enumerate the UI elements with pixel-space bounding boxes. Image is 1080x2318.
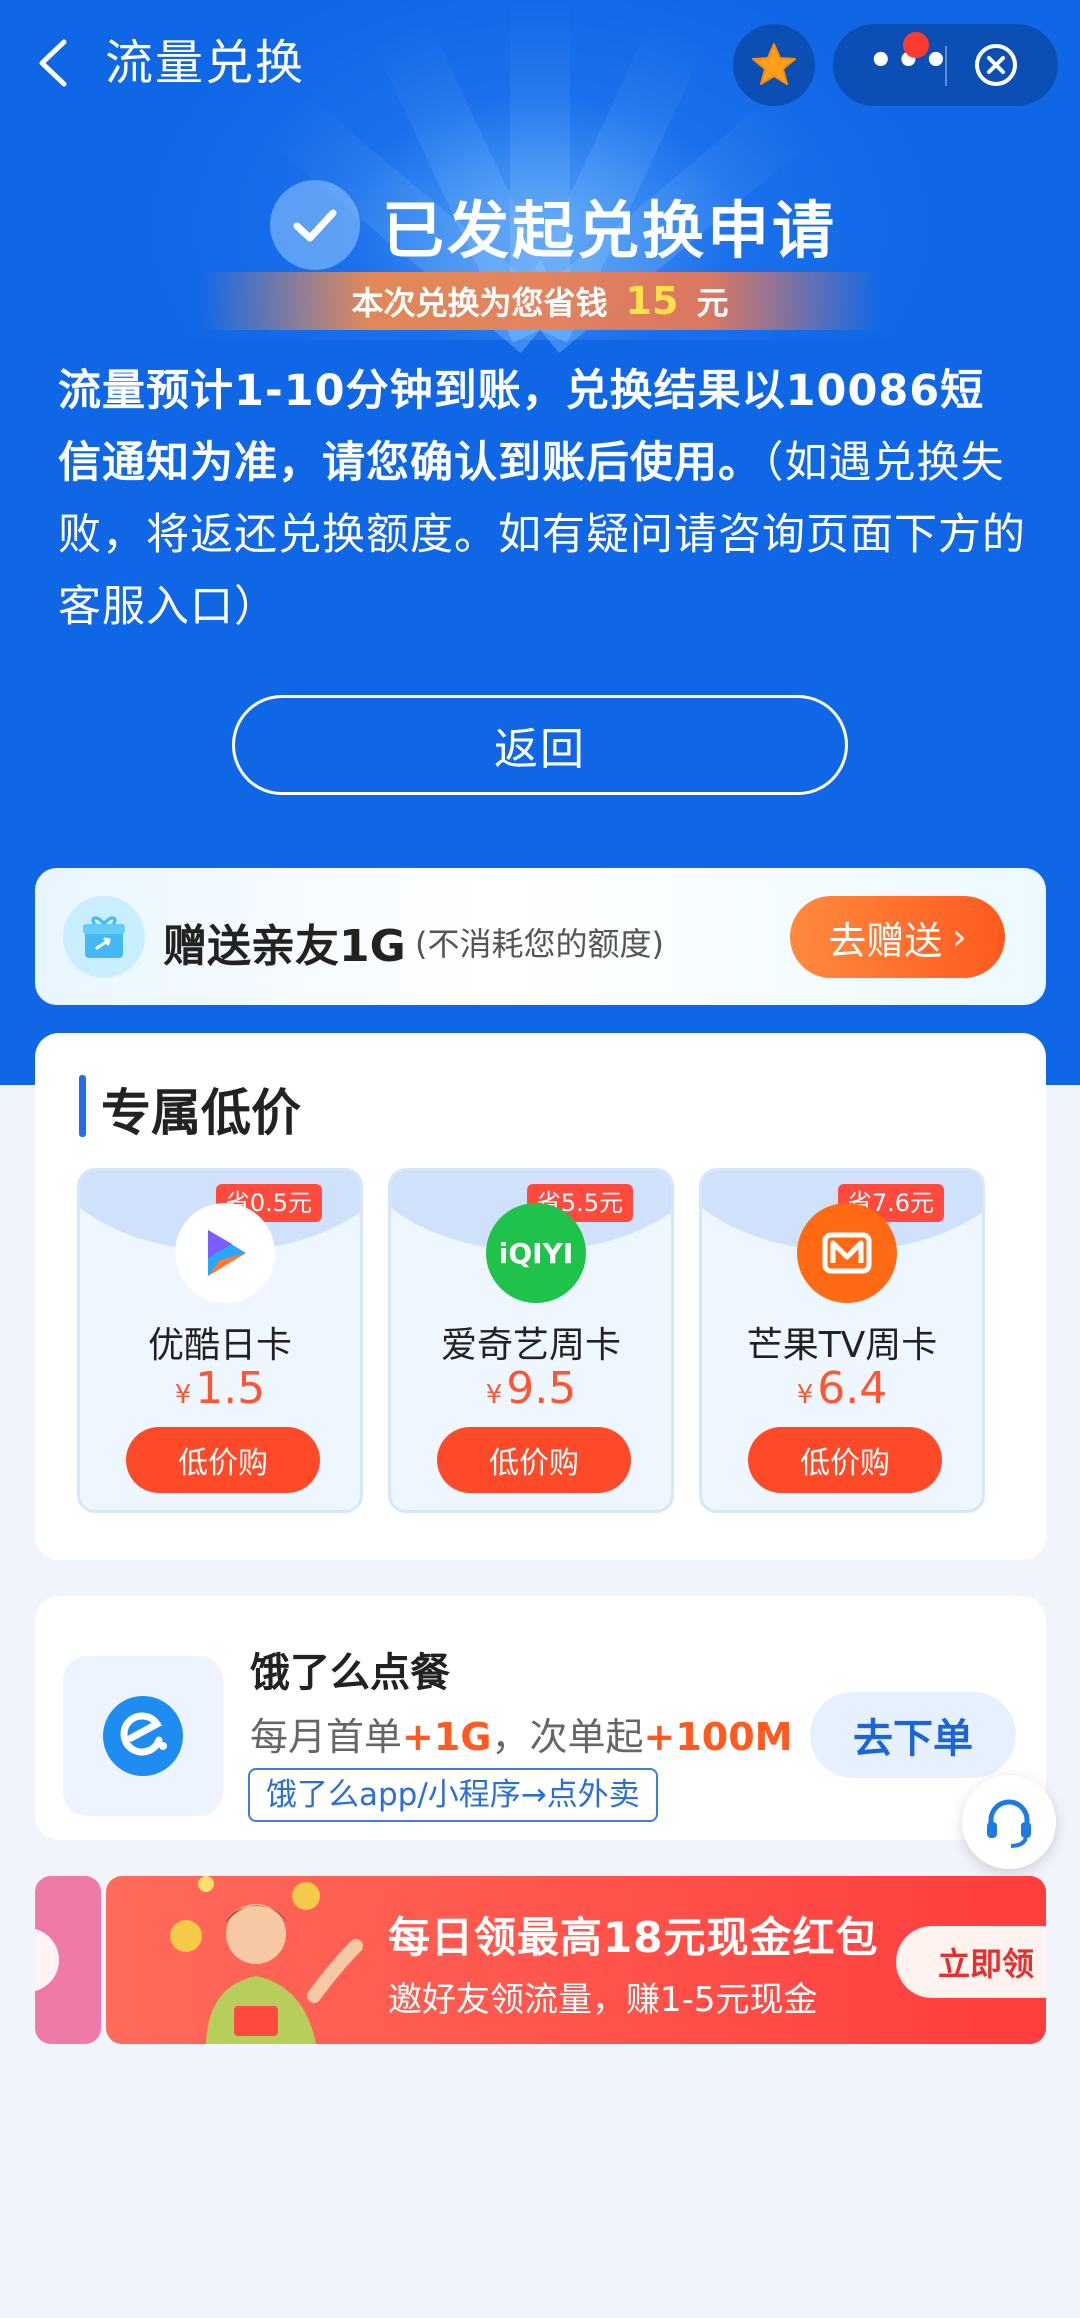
status-title: 已发起兑换申请 <box>382 194 838 267</box>
youku-logo-icon <box>175 1203 275 1303</box>
product-price: ¥1.5 <box>80 1363 360 1414</box>
savings-prefix: 本次兑换为您省钱 <box>351 284 608 322</box>
price-value: 9.5 <box>506 1363 577 1414</box>
chevron-left-icon <box>39 39 67 87</box>
buy-button[interactable]: 低价购 <box>437 1427 631 1493</box>
banner-prev-slide[interactable] <box>35 1876 101 2044</box>
desc-highlight: +100M <box>643 1715 793 1759</box>
currency: ¥ <box>174 1380 192 1410</box>
eleme-logo-icon <box>63 1656 223 1816</box>
gift-card: 赠送亲友1G (不消耗您的额度) 去赠送 › <box>35 868 1046 1005</box>
gift-share-icon <box>63 896 145 978</box>
savings-unit: 元 <box>696 284 729 322</box>
banner-subtitle: 邀好友领流量，赚1-5元现金 <box>388 1980 818 2020</box>
promo-person-illustration <box>170 1876 363 2044</box>
mango-tv-logo-icon <box>797 1203 897 1303</box>
buy-button[interactable]: 低价购 <box>748 1427 942 1493</box>
eleme-title: 饿了么点餐 <box>250 1650 450 1696</box>
eleme-description: 每月首单+1G，次单起+100M <box>250 1706 793 1761</box>
notice-text: 流量预计1-10分钟到账，兑换结果以10086短信通知为准，请您确认到账后使用。… <box>58 355 1028 643</box>
currency: ¥ <box>796 1380 814 1410</box>
chevron-right-icon: › <box>952 916 967 958</box>
desc-part: 每月首单 <box>250 1715 403 1759</box>
notification-dot <box>903 32 929 58</box>
close-icon[interactable] <box>973 42 1019 88</box>
page-title: 流量兑换 <box>105 35 306 91</box>
back-button[interactable] <box>28 28 78 98</box>
product-card-iqiyi[interactable]: 省5.5元 iQIYI 爱奇艺周卡 ¥9.5 低价购 <box>388 1168 674 1513</box>
product-name: 爱奇艺周卡 <box>440 1325 621 1366</box>
gift-send-label: 去赠送 <box>828 918 943 963</box>
price-value: 1.5 <box>195 1363 266 1414</box>
headset-icon <box>987 1799 1031 1848</box>
product-card-mango[interactable]: 省7.6元 芒果TV周卡 ¥6.4 低价购 <box>699 1168 985 1513</box>
section-accent-bar <box>79 1075 86 1137</box>
iqiyi-logo-icon: iQIYI <box>486 1203 586 1303</box>
customer-service-button[interactable] <box>962 1775 1056 1869</box>
gift-subtitle: (不消耗您的额度) <box>415 925 664 963</box>
status-row: 已发起兑换申请 <box>270 175 837 275</box>
order-button[interactable]: 去下单 <box>810 1692 1016 1778</box>
capsule-divider <box>945 46 947 86</box>
price-value: 6.4 <box>817 1363 888 1414</box>
claim-button[interactable]: 立即领 <box>896 1926 1046 1998</box>
currency: ¥ <box>485 1380 503 1410</box>
favorite-button[interactable] <box>733 24 815 106</box>
savings-band: 本次兑换为您省钱 15 元 <box>200 272 880 330</box>
savings-amount: 15 <box>625 279 679 323</box>
star-icon <box>752 43 796 85</box>
banner-prev-decoration <box>35 1928 59 1992</box>
exclusive-section: 专属低价 省0.5元 优酷日卡 ¥1.5 低价购 省5.5元 iQIYI 爱奇艺… <box>35 1033 1046 1560</box>
eleme-card[interactable]: 饿了么点餐 每月首单+1G，次单起+100M 饿了么app/小程序→点外卖 去下… <box>35 1596 1046 1840</box>
desc-part: ，次单起 <box>491 1715 644 1759</box>
section-title: 专属低价 <box>101 1084 301 1142</box>
buy-button[interactable]: 低价购 <box>126 1427 320 1493</box>
product-price: ¥6.4 <box>702 1363 982 1414</box>
eleme-tag: 饿了么app/小程序→点外卖 <box>248 1768 658 1822</box>
check-icon <box>270 180 360 270</box>
mini-program-capsule: ••• <box>833 24 1058 106</box>
product-name: 优酷日卡 <box>147 1325 292 1366</box>
gift-send-button[interactable]: 去赠送 › <box>790 896 1005 978</box>
product-card-youku[interactable]: 省0.5元 优酷日卡 ¥1.5 低价购 <box>77 1168 363 1513</box>
desc-highlight: +1G <box>402 1715 492 1759</box>
product-name: 芒果TV周卡 <box>746 1325 938 1366</box>
promo-banner[interactable]: 每日领最高18元现金红包 邀好友领流量，赚1-5元现金 立即领 <box>106 1876 1046 2044</box>
more-button[interactable]: ••• <box>868 41 949 82</box>
banner-title: 每日领最高18元现金红包 <box>388 1913 879 1962</box>
gift-title: 赠送亲友1G <box>163 921 406 972</box>
product-price: ¥9.5 <box>391 1363 671 1414</box>
nav-header: 流量兑换 ••• <box>0 0 1080 125</box>
return-button[interactable]: 返回 <box>232 695 848 795</box>
